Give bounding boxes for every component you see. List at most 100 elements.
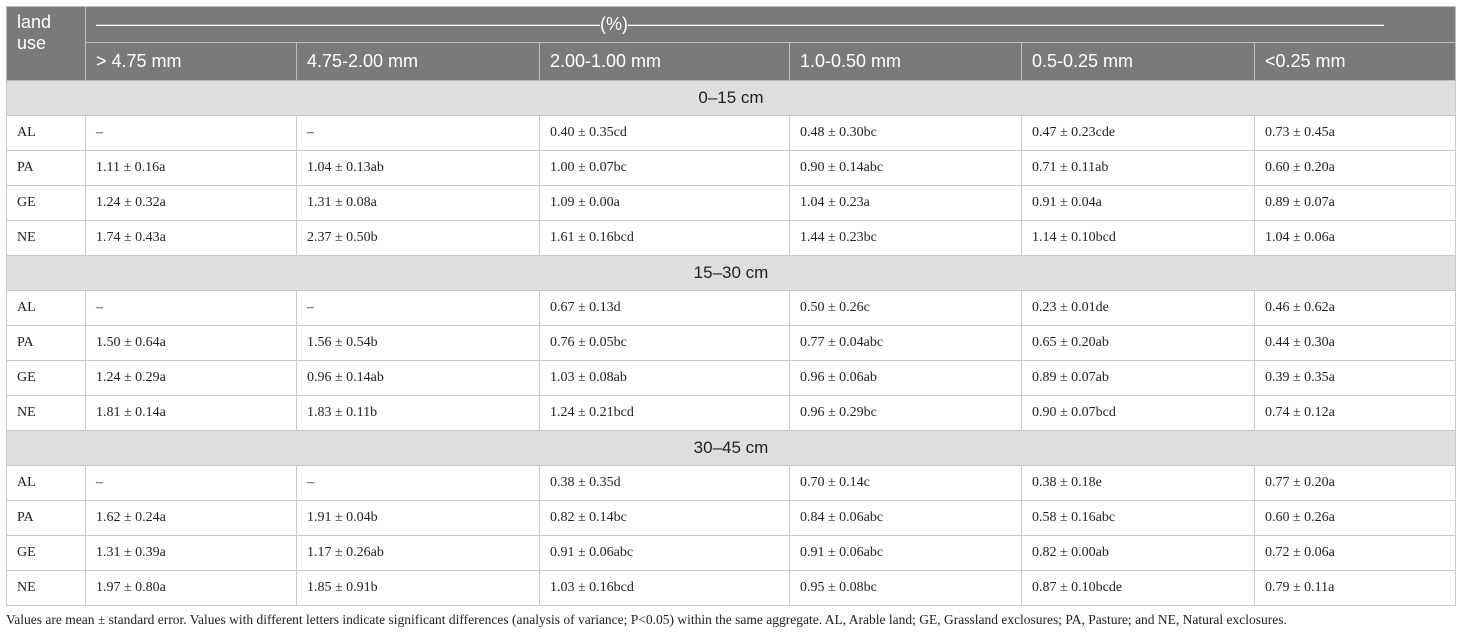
size-class-header: > 4.75 mm xyxy=(85,41,297,82)
table-footnote: Values are mean ± standard error. Values… xyxy=(6,612,1287,627)
table-row: NE 1.97 ± 0.80a 1.85 ± 0.91b 1.03 ± 0.16bcd… xyxy=(6,570,1456,606)
value-cell: 1.17 ± 0.26ab xyxy=(296,535,540,571)
value-cell: 0.87 ± 0.10bcde xyxy=(1021,570,1255,606)
value-cell: 1.97 ± 0.80a xyxy=(85,570,297,606)
value-cell: – xyxy=(85,465,297,501)
value-cell: 0.73 ± 0.45a xyxy=(1254,115,1456,151)
value-cell: 0.95 ± 0.08bc xyxy=(789,570,1022,606)
value-cell: 1.09 ± 0.00a xyxy=(539,185,790,221)
value-cell: 0.89 ± 0.07ab xyxy=(1021,360,1255,396)
value-cell: 1.04 ± 0.06a xyxy=(1254,220,1456,256)
value-cell: 0.48 ± 0.30bc xyxy=(789,115,1022,151)
value-cell: 0.65 ± 0.20ab xyxy=(1021,325,1255,361)
value-cell: 0.47 ± 0.23cde xyxy=(1021,115,1255,151)
value-cell: 1.91 ± 0.04b xyxy=(296,500,540,536)
table-row: GE 1.24 ± 0.32a 1.31 ± 0.08a 1.09 ± 0.00a 1.… xyxy=(6,185,1456,221)
size-class-header: 1.0-0.50 mm xyxy=(789,41,1022,82)
table-row: PA 1.62 ± 0.24a 1.91 ± 0.04b 0.82 ± 0.14bc 0… xyxy=(6,500,1456,536)
value-cell: 0.91 ± 0.04a xyxy=(1021,185,1255,221)
table-header: land use ————————————————————————————(%)… xyxy=(6,6,1456,82)
value-cell: – xyxy=(296,115,540,151)
value-cell: 0.72 ± 0.06a xyxy=(1254,535,1456,571)
value-cell: 0.91 ± 0.06abc xyxy=(789,535,1022,571)
value-cell: 0.96 ± 0.14ab xyxy=(296,360,540,396)
table-row: AL – –0.38 ± 0.35d 0.70 ± 0.14c 0.38 ± 0.18e… xyxy=(6,465,1456,501)
value-cell: 0.90 ± 0.07bcd xyxy=(1021,395,1255,431)
value-cell: 0.23 ± 0.01de xyxy=(1021,290,1255,326)
table-row: PA 1.50 ± 0.64a 1.56 ± 0.54b 0.76 ± 0.05bc 0… xyxy=(6,325,1456,361)
depth-section-row: 15–30 cm xyxy=(6,255,1456,291)
value-cell: 1.62 ± 0.24a xyxy=(85,500,297,536)
land-use-cell: NE xyxy=(6,570,86,606)
value-cell: 0.60 ± 0.26a xyxy=(1254,500,1456,536)
land-use-cell: AL xyxy=(6,290,86,326)
value-cell: 0.90 ± 0.14abc xyxy=(789,150,1022,186)
value-cell: 0.82 ± 0.14bc xyxy=(539,500,790,536)
depth-section-row: 0–15 cm xyxy=(6,80,1456,116)
value-cell: 1.14 ± 0.10bcd xyxy=(1021,220,1255,256)
value-cell: 1.74 ± 0.43a xyxy=(85,220,297,256)
value-cell: 0.76 ± 0.05bc xyxy=(539,325,790,361)
value-cell: 1.00 ± 0.07bc xyxy=(539,150,790,186)
value-cell: 0.74 ± 0.12a xyxy=(1254,395,1456,431)
table-row: GE 1.24 ± 0.29a 0.96 ± 0.14ab 1.03 ± 0.08ab… xyxy=(6,360,1456,396)
value-cell: 1.61 ± 0.16bcd xyxy=(539,220,790,256)
land-use-cell: AL xyxy=(6,465,86,501)
table-row: NE 1.81 ± 0.14a 1.83 ± 0.11b 1.24 ± 0.21bcd… xyxy=(6,395,1456,431)
size-class-header: 2.00-1.00 mm xyxy=(539,41,790,82)
land-use-cell: PA xyxy=(6,150,86,186)
value-cell: 1.85 ± 0.91b xyxy=(296,570,540,606)
value-cell: 0.71 ± 0.11ab xyxy=(1021,150,1255,186)
value-cell: 2.37 ± 0.50b xyxy=(296,220,540,256)
value-cell: 1.56 ± 0.54b xyxy=(296,325,540,361)
value-cell: 0.38 ± 0.35d xyxy=(539,465,790,501)
land-use-cell: AL xyxy=(6,115,86,151)
value-cell: 0.44 ± 0.30a xyxy=(1254,325,1456,361)
depth-section-row: 30–45 cm xyxy=(6,430,1456,466)
value-cell: – xyxy=(85,115,297,151)
value-cell: 1.24 ± 0.21bcd xyxy=(539,395,790,431)
value-cell: 0.96 ± 0.29bc xyxy=(789,395,1022,431)
value-cell: 1.11 ± 0.16a xyxy=(85,150,297,186)
value-cell: – xyxy=(85,290,297,326)
value-cell: 0.58 ± 0.16abc xyxy=(1021,500,1255,536)
value-cell: – xyxy=(296,465,540,501)
value-cell: 1.31 ± 0.39a xyxy=(85,535,297,571)
value-cell: 0.84 ± 0.06abc xyxy=(789,500,1022,536)
size-class-header: <0.25 mm xyxy=(1254,41,1456,82)
value-cell: 1.24 ± 0.29a xyxy=(85,360,297,396)
land-use-cell: GE xyxy=(6,360,86,396)
value-cell: 1.31 ± 0.08a xyxy=(296,185,540,221)
value-cell: 0.39 ± 0.35a xyxy=(1254,360,1456,396)
value-cell: 0.77 ± 0.20a xyxy=(1254,465,1456,501)
value-cell: 0.70 ± 0.14c xyxy=(789,465,1022,501)
aggregate-table-container: land use ————————————————————————————(%)… xyxy=(6,6,1456,606)
value-cell: 0.82 ± 0.00ab xyxy=(1021,535,1255,571)
land-use-cell: NE xyxy=(6,395,86,431)
value-cell: 0.46 ± 0.62a xyxy=(1254,290,1456,326)
value-cell: 0.50 ± 0.26c xyxy=(789,290,1022,326)
value-cell: – xyxy=(296,290,540,326)
aggregate-table: land use ————————————————————————————(%)… xyxy=(6,6,1456,606)
value-cell: 0.60 ± 0.20a xyxy=(1254,150,1456,186)
value-cell: 0.79 ± 0.11a xyxy=(1254,570,1456,606)
percent-header: ————————————————————————————(%)—————————… xyxy=(85,6,1456,43)
value-cell: 1.03 ± 0.16bcd xyxy=(539,570,790,606)
value-cell: 1.81 ± 0.14a xyxy=(85,395,297,431)
table-row: GE 1.31 ± 0.39a 1.17 ± 0.26ab 0.91 ± 0.06ab… xyxy=(6,535,1456,571)
value-cell: 1.04 ± 0.13ab xyxy=(296,150,540,186)
land-use-cell: GE xyxy=(6,535,86,571)
size-class-header: 4.75-2.00 mm xyxy=(296,41,540,82)
value-cell: 1.50 ± 0.64a xyxy=(85,325,297,361)
value-cell: 1.44 ± 0.23bc xyxy=(789,220,1022,256)
land-use-cell: PA xyxy=(6,500,86,536)
value-cell: 0.91 ± 0.06abc xyxy=(539,535,790,571)
value-cell: 0.96 ± 0.06ab xyxy=(789,360,1022,396)
table-row: NE 1.74 ± 0.43a 2.37 ± 0.50b 1.61 ± 0.16bcd… xyxy=(6,220,1456,256)
land-use-cell: PA xyxy=(6,325,86,361)
value-cell: 1.03 ± 0.08ab xyxy=(539,360,790,396)
value-cell: 0.77 ± 0.04abc xyxy=(789,325,1022,361)
depth-label: 30–45 cm xyxy=(6,430,1456,466)
value-cell: 0.89 ± 0.07a xyxy=(1254,185,1456,221)
value-cell: 1.24 ± 0.32a xyxy=(85,185,297,221)
